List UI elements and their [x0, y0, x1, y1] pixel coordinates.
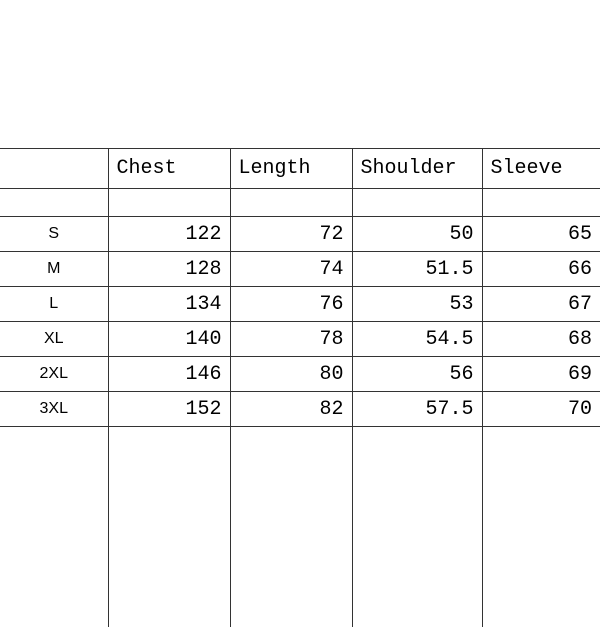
cell-sleeve: 67	[482, 287, 600, 322]
header-size	[0, 149, 108, 189]
cell-length: 80	[230, 357, 352, 392]
table-row: L 134 76 53 67	[0, 287, 600, 322]
cell-shoulder: 51.5	[352, 252, 482, 287]
size-chart-table: Chest Length Shoulder Sleeve S 122 72 50…	[0, 148, 600, 627]
cell-sleeve: 68	[482, 322, 600, 357]
cell-length: 78	[230, 322, 352, 357]
cell-size: L	[0, 287, 108, 322]
table-row: 2XL 146 80 56 69	[0, 357, 600, 392]
cell-length: 76	[230, 287, 352, 322]
cell-chest: 134	[108, 287, 230, 322]
cell-shoulder: 50	[352, 217, 482, 252]
cell-sleeve: 66	[482, 252, 600, 287]
cell-shoulder: 56	[352, 357, 482, 392]
cell-shoulder: 53	[352, 287, 482, 322]
cell-size: XL	[0, 322, 108, 357]
cell-sleeve: 65	[482, 217, 600, 252]
header-sleeve: Sleeve	[482, 149, 600, 189]
cell-length: 72	[230, 217, 352, 252]
cell-size: 3XL	[0, 392, 108, 427]
cell-shoulder: 54.5	[352, 322, 482, 357]
cell-length: 82	[230, 392, 352, 427]
cell-chest: 122	[108, 217, 230, 252]
header-length: Length	[230, 149, 352, 189]
empty-area	[0, 427, 600, 627]
header-shoulder: Shoulder	[352, 149, 482, 189]
cell-chest: 128	[108, 252, 230, 287]
cell-chest: 146	[108, 357, 230, 392]
cell-chest: 152	[108, 392, 230, 427]
spacer-row	[0, 189, 600, 217]
cell-sleeve: 70	[482, 392, 600, 427]
table-row: M 128 74 51.5 66	[0, 252, 600, 287]
table-row: 3XL 152 82 57.5 70	[0, 392, 600, 427]
cell-chest: 140	[108, 322, 230, 357]
cell-length: 74	[230, 252, 352, 287]
header-row: Chest Length Shoulder Sleeve	[0, 149, 600, 189]
cell-sleeve: 69	[482, 357, 600, 392]
cell-size: M	[0, 252, 108, 287]
header-chest: Chest	[108, 149, 230, 189]
table-row: S 122 72 50 65	[0, 217, 600, 252]
table-row: XL 140 78 54.5 68	[0, 322, 600, 357]
cell-size: S	[0, 217, 108, 252]
cell-shoulder: 57.5	[352, 392, 482, 427]
cell-size: 2XL	[0, 357, 108, 392]
